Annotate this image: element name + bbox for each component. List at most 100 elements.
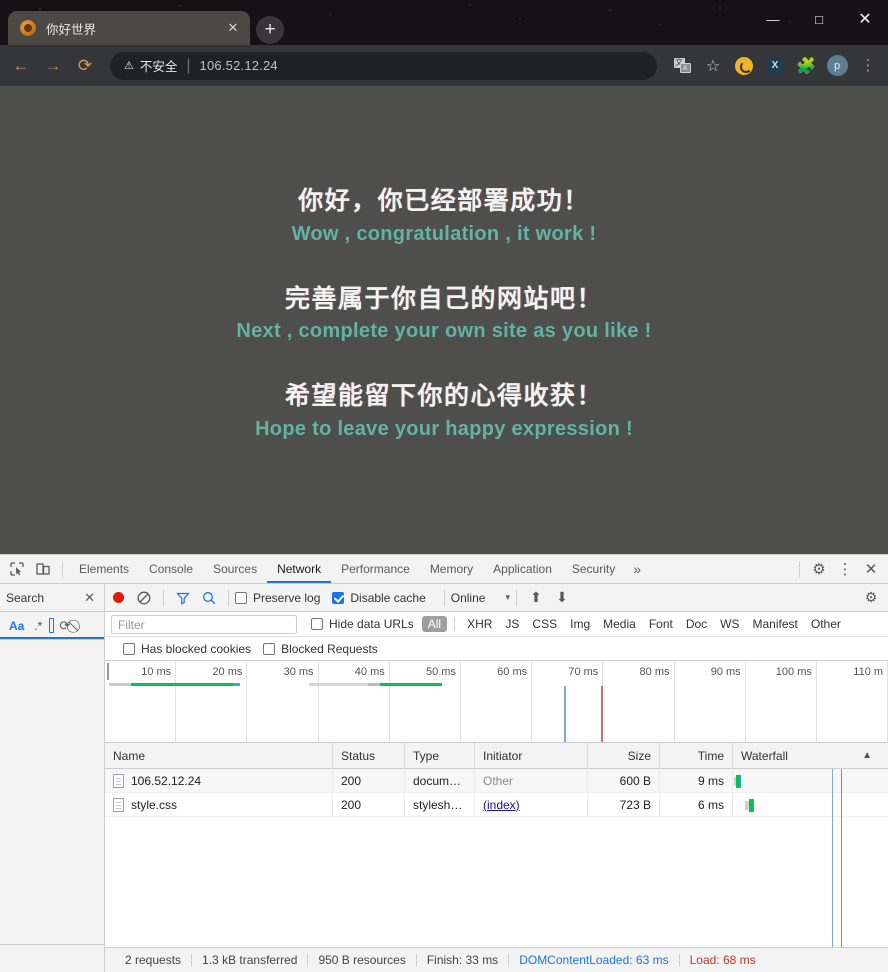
clear-search-icon[interactable]: ⃠: [73, 618, 79, 634]
tab-close-icon[interactable]: ✕: [224, 19, 242, 37]
forward-icon[interactable]: →: [38, 51, 68, 81]
column-header-status[interactable]: Status: [333, 742, 405, 769]
filter-type-font[interactable]: Font: [643, 616, 679, 632]
tab-elements[interactable]: Elements: [69, 555, 139, 583]
reload-icon[interactable]: ⟳: [70, 51, 100, 81]
window-controls: — □ ✕: [750, 0, 888, 38]
table-row[interactable]: 106.52.12.24 200 docume… Other 600 B9 ms: [105, 769, 888, 793]
column-header-waterfall[interactable]: Waterfall ▲: [733, 743, 888, 769]
record-button[interactable]: [105, 585, 131, 611]
timeline-tick-label: 70 ms: [568, 666, 599, 678]
timeline-tick-cell: 110 m: [817, 661, 888, 742]
minimize-button[interactable]: —: [750, 0, 796, 38]
tab-performance[interactable]: Performance: [331, 555, 420, 583]
devtools-settings-gear-icon[interactable]: ⚙: [806, 557, 832, 582]
column-header-initiator[interactable]: Initiator: [475, 742, 588, 769]
maximize-button[interactable]: □: [796, 0, 842, 38]
filter-type-manifest[interactable]: Manifest: [747, 616, 804, 632]
preserve-log-checkbox[interactable]: Preserve log: [235, 591, 320, 605]
network-overview-timeline[interactable]: 10 ms 20 ms 30 ms 40 ms 50 ms 60 ms 70 ms 80 ms…: [105, 661, 888, 743]
devtools-panel: Elements Console Sources Network Perform…: [0, 554, 888, 972]
close-window-button[interactable]: ✕: [842, 0, 888, 38]
tab-network[interactable]: Network: [267, 555, 331, 583]
regex-icon[interactable]: .*: [29, 619, 47, 633]
device-toolbar-icon[interactable]: [30, 557, 56, 582]
table-row[interactable]: style.css 200 stylesheet (index) 723 B6 ms: [105, 792, 888, 817]
search-icon[interactable]: [196, 585, 222, 611]
request-initiator-cell[interactable]: (index): [475, 792, 588, 817]
load-line-extended: [840, 769, 842, 947]
filter-input[interactable]: Filter: [111, 614, 297, 634]
filter-type-img[interactable]: Img: [564, 616, 596, 632]
timeline-tick-label: 90 ms: [710, 666, 741, 678]
filter-type-all[interactable]: All: [421, 616, 448, 632]
disable-cache-checkbox[interactable]: Disable cache: [332, 591, 426, 605]
timeline-tick-label: 20 ms: [212, 666, 243, 678]
filter-type-js[interactable]: JS: [499, 616, 525, 632]
refresh-search-icon[interactable]: ⟳: [56, 618, 73, 634]
devtools-close-icon[interactable]: ✕: [858, 557, 884, 582]
tab-sources[interactable]: Sources: [203, 555, 267, 583]
requests-table-body[interactable]: 106.52.12.24 200 docume… Other 600 B9 ms styl…: [105, 769, 888, 947]
search-panel-close-icon[interactable]: ✕: [81, 590, 98, 606]
blocked-requests-checkbox[interactable]: Blocked Requests: [263, 642, 378, 656]
match-case-icon[interactable]: Aa: [4, 619, 29, 633]
throttling-value: Online: [450, 590, 486, 605]
export-har-icon[interactable]: ⬇: [549, 585, 575, 611]
address-bar[interactable]: ⚠ 不安全 | 106.52.12.24: [110, 51, 657, 80]
browser-tab[interactable]: 你好世界 ✕: [8, 11, 250, 45]
more-tabs-chevron-icon[interactable]: »: [625, 561, 649, 577]
blocked-requests-box[interactable]: [263, 642, 276, 655]
extensions-puzzle-icon[interactable]: 🧩: [792, 52, 820, 80]
not-secure-warning-icon: ⚠: [124, 60, 134, 72]
import-har-icon[interactable]: ⬆: [523, 585, 549, 611]
hide-data-urls-checkbox[interactable]: Hide data URLs: [311, 617, 414, 631]
message-block-1: 你好，你已经部署成功！ Wow , congratulation , it wo…: [292, 185, 597, 248]
network-settings-gear-icon[interactable]: ⚙: [858, 585, 884, 611]
tab-application[interactable]: Application: [483, 555, 562, 583]
profile-avatar[interactable]: p: [823, 52, 851, 80]
inspect-element-icon[interactable]: [4, 557, 30, 582]
filter-type-ws[interactable]: WS: [714, 616, 745, 632]
has-blocked-cookies-box[interactable]: [123, 642, 135, 655]
column-header-time[interactable]: Time: [660, 742, 733, 769]
request-name-label: style.css: [131, 797, 178, 812]
preserve-log-box[interactable]: [235, 591, 247, 604]
search-input[interactable]: [49, 618, 55, 633]
hide-data-urls-box[interactable]: [311, 618, 323, 630]
tab-console[interactable]: Console: [139, 555, 203, 583]
chrome-menu-icon[interactable]: ⋮: [854, 52, 882, 80]
column-header-name[interactable]: Name: [105, 742, 333, 769]
devtools-menu-icon[interactable]: ⋮: [832, 557, 858, 582]
disable-cache-box[interactable]: [332, 591, 345, 604]
bookmark-star-icon[interactable]: ☆: [699, 52, 727, 80]
timeline-tick-cell: 80 ms: [603, 661, 675, 742]
filter-type-css[interactable]: CSS: [526, 616, 563, 632]
filter-type-xhr[interactable]: XHR: [461, 616, 498, 632]
translate-icon[interactable]: 文A: [668, 52, 696, 80]
clear-requests-icon[interactable]: [131, 585, 157, 611]
new-tab-button[interactable]: +: [256, 16, 284, 44]
timeline-tick-label: 40 ms: [354, 666, 385, 678]
extension-x-icon[interactable]: X: [761, 52, 789, 80]
filter-type-media[interactable]: Media: [597, 616, 642, 632]
stylesheet-bar-stall: [368, 683, 380, 686]
request-initiator-label[interactable]: (index): [483, 798, 520, 812]
timeline-tick-cell: 100 ms: [746, 661, 817, 742]
security-status-label: 不安全: [139, 60, 178, 74]
column-header-size[interactable]: Size: [588, 742, 660, 769]
tab-security[interactable]: Security: [562, 555, 625, 583]
has-blocked-cookies-checkbox[interactable]: Has blocked cookies: [123, 642, 251, 656]
back-icon[interactable]: ←: [6, 51, 36, 81]
filter-icon[interactable]: [170, 585, 196, 611]
tab-memory[interactable]: Memory: [420, 555, 483, 583]
throttling-dropdown[interactable]: Online ▾: [451, 591, 510, 605]
network-block-bar: Has blocked cookies Blocked Requests: [105, 637, 888, 661]
sort-ascending-icon[interactable]: ▲: [854, 743, 880, 769]
filter-type-doc[interactable]: Doc: [680, 616, 713, 632]
column-header-type[interactable]: Type: [405, 742, 475, 769]
timeline-tick-label: 10 ms: [141, 666, 172, 678]
extension-theme-icon[interactable]: [730, 52, 758, 80]
filter-type-other[interactable]: Other: [805, 616, 847, 632]
timeline-tick-label: 60 ms: [497, 666, 528, 678]
